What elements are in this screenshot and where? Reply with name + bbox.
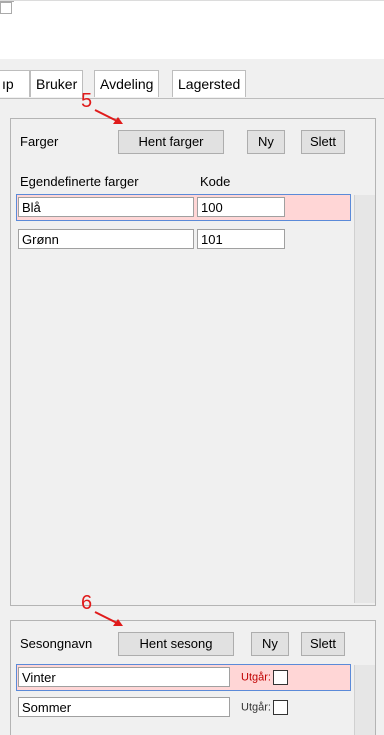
color-code-field[interactable]: 100 — [197, 197, 285, 217]
annotation-arrow-icon — [94, 611, 123, 626]
tab-label: Lagersted — [178, 76, 241, 92]
annotation-number: 6 — [81, 592, 93, 614]
window-titlebar — [0, 0, 384, 59]
season-panel-title: Sesongnavn — [20, 636, 93, 651]
season-name-field[interactable]: Vinter — [18, 667, 230, 687]
tab-partial[interactable]: ıp — [0, 70, 30, 97]
annotation-number: 5 — [81, 90, 93, 112]
expired-label: Utgår: — [241, 701, 271, 714]
annotation-arrow-icon — [94, 109, 123, 124]
new-season-button[interactable]: Ny — [251, 632, 289, 656]
tab-label: Bruker — [36, 76, 78, 92]
delete-season-button[interactable]: Slett — [301, 632, 345, 656]
fetch-season-button[interactable]: Hent sesong — [118, 632, 234, 656]
expired-checkbox[interactable] — [272, 700, 288, 715]
custom-colors-header: Egendefinerte farger — [20, 174, 139, 189]
season-scrollbar[interactable] — [354, 665, 375, 735]
season-panel: Sesongnavn Hent sesong Ny Slett Vinter U… — [10, 620, 376, 735]
expired-checkbox-group[interactable]: Utgår: — [241, 700, 288, 715]
colors-panel: Farger Hent farger Ny Slett Egendefinert… — [10, 118, 376, 606]
code-header: Kode — [200, 174, 231, 189]
color-code-field[interactable]: 101 — [197, 229, 285, 249]
tab-bruker[interactable]: Bruker — [30, 70, 84, 97]
colors-panel-title: Farger — [20, 134, 59, 149]
color-name-field[interactable]: Grønn — [18, 229, 194, 249]
tab-label: ıp — [2, 76, 14, 92]
tab-lagersted[interactable]: Lagersted — [172, 70, 247, 97]
delete-color-button[interactable]: Slett — [301, 130, 345, 154]
expired-checkbox-group[interactable]: Utgår: — [241, 670, 288, 685]
tab-avdeling[interactable]: Avdeling — [94, 70, 160, 97]
season-name-field[interactable]: Sommer — [18, 697, 230, 717]
fetch-colors-button[interactable]: Hent farger — [118, 130, 224, 154]
tab-divider — [0, 98, 384, 99]
new-color-button[interactable]: Ny — [247, 130, 285, 154]
expired-checkbox[interactable] — [272, 670, 288, 685]
tab-label: Avdeling — [100, 76, 154, 92]
expired-label: Utgår: — [241, 671, 271, 684]
maximize-icon[interactable] — [0, 2, 12, 14]
color-name-field[interactable]: Blå — [18, 197, 194, 217]
colors-scrollbar[interactable] — [354, 195, 375, 603]
